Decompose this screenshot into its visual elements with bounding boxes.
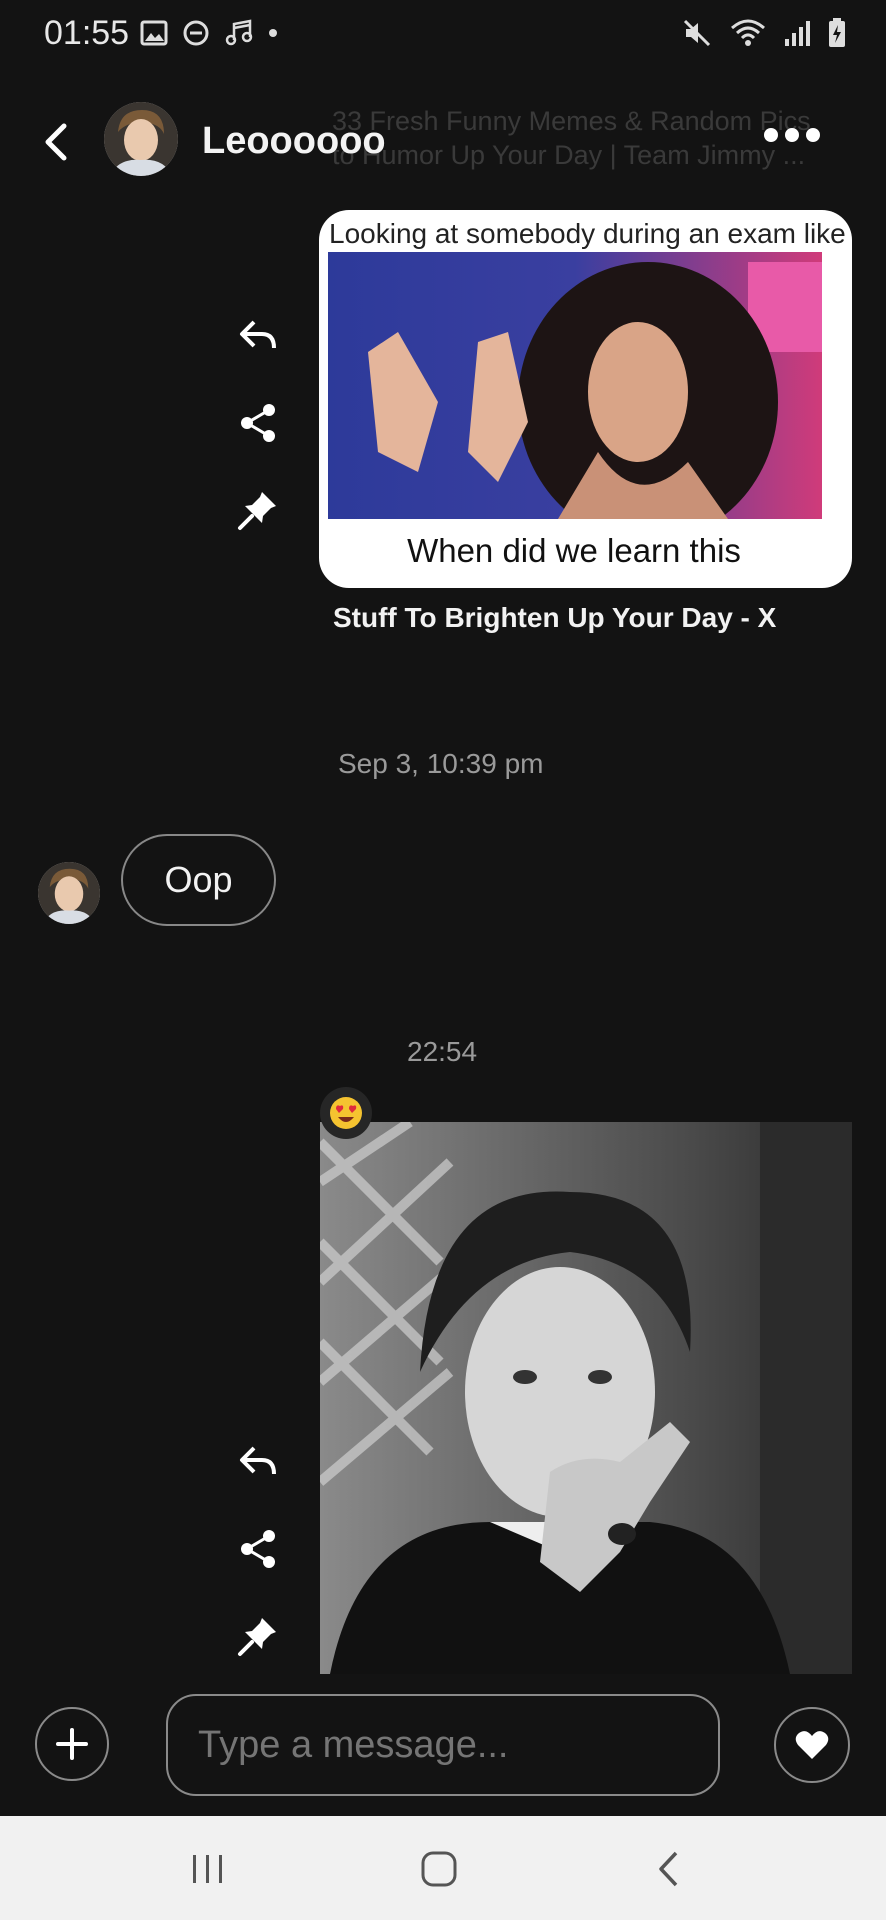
message-input[interactable] [166,1694,720,1796]
system-nav-bar [0,1816,886,1920]
reaction-badge[interactable] [320,1087,372,1139]
battery-charging-icon [829,18,845,47]
mute-icon [683,19,711,47]
meme-top-text: Looking at somebody during an exam like [329,218,846,249]
music-note-icon [225,19,253,46]
add-attachment-button[interactable] [35,1707,109,1781]
back-icon[interactable] [656,1850,682,1888]
meme-card-message[interactable]: Looking at somebody during an exam like … [319,210,852,588]
like-button[interactable] [774,1707,850,1783]
more-options-button[interactable] [764,128,820,142]
reply-icon[interactable] [236,1440,280,1484]
heart-icon [795,1731,829,1759]
reply-icon[interactable] [236,314,280,358]
contact-name[interactable]: Leoooooo [202,120,386,163]
incoming-message-bubble[interactable]: Oop [121,834,276,926]
pin-icon[interactable] [236,488,280,532]
home-icon[interactable] [420,1850,458,1888]
link-title[interactable]: Stuff To Brighten Up Your Day - X [333,602,776,634]
plus-icon [56,1728,88,1760]
image-icon [140,20,168,46]
recent-apps-icon[interactable] [190,1852,226,1886]
share-icon[interactable] [236,1527,280,1571]
share-icon[interactable] [236,401,280,445]
meme-image [328,252,822,519]
heart-eyes-emoji-icon [330,1097,362,1129]
photo-message[interactable] [320,1122,852,1674]
wifi-icon [731,19,765,46]
dot-icon [269,29,277,37]
status-bar: 01:55 [0,0,886,70]
timestamp: Sep 3, 10:39 pm [338,748,544,779]
back-button[interactable] [36,120,76,164]
timestamp: 22:54 [407,1036,478,1067]
status-time: 01:55 [44,14,130,52]
signal-icon [785,21,810,46]
meme-caption: When did we learn this [407,532,741,569]
pin-icon[interactable] [236,1614,280,1658]
sender-avatar[interactable] [38,862,100,924]
do-not-disturb-icon [183,20,209,46]
chevron-left-icon [45,123,67,161]
contact-avatar[interactable] [104,102,178,176]
